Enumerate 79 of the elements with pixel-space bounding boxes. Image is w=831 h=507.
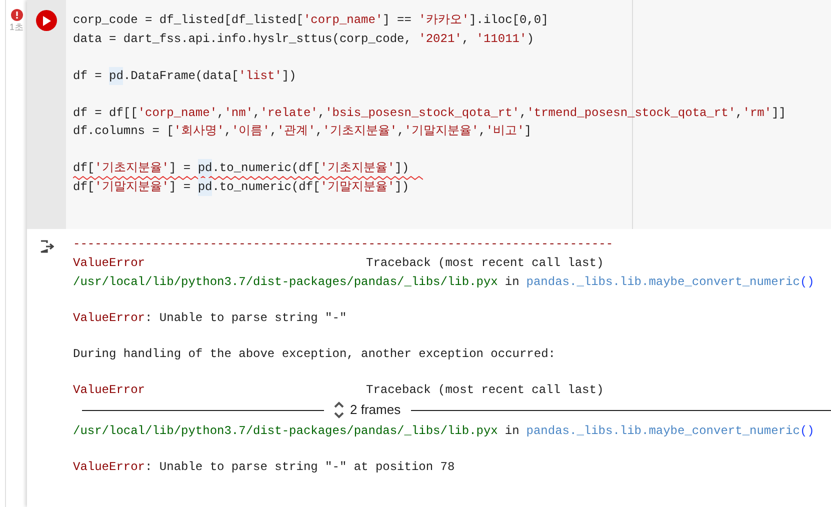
code-text: , [253, 104, 260, 122]
string-literal: 'bsis_posesn_stock_qota_rt' [325, 104, 520, 122]
string-literal: '관계' [277, 123, 316, 140]
joiner-text: in [504, 274, 520, 290]
file-path: /usr/local/lib/python3.7/dist-packages/pandas/_libs/lib.pyx [73, 422, 498, 440]
code-text: , [224, 123, 232, 140]
string-literal: 'trmend_posesn_stock_qota_rt' [526, 104, 736, 122]
code-text: , [318, 104, 326, 122]
string-literal: '기초지분율' [320, 160, 395, 178]
call-parens: () [800, 422, 814, 440]
frames-toggle[interactable]: 2 frames [324, 400, 411, 420]
string-literal: '비고' [486, 123, 524, 140]
string-literal: 'rm' [742, 104, 772, 122]
code-text: , [397, 123, 404, 140]
run-button[interactable] [36, 10, 57, 31]
code-text: .to_numeric(df[ [212, 160, 320, 178]
joiner-text: in [504, 422, 520, 440]
error-message: : Unable to parse string "-" [145, 310, 347, 326]
highlighted-word: pd [198, 159, 212, 178]
string-literal: 'nm' [224, 104, 254, 122]
string-literal: 'corp_name' [303, 12, 383, 30]
string-literal: '이름' [231, 123, 270, 140]
string-literal: '기초지분율' [94, 160, 170, 178]
string-literal: 'corp_name' [138, 104, 218, 122]
code-text: ] = [169, 178, 192, 196]
code-text: ) [526, 30, 534, 48]
code-text: ]] [772, 104, 786, 122]
code-text: , [315, 123, 323, 140]
run-duration: 1초 [9, 23, 24, 32]
string-literal: '11011' [476, 30, 527, 48]
code-text: data = dart_fss.api.info.hyslr_sttus(corp_code, [73, 30, 412, 48]
code-text: , [520, 104, 527, 122]
error-name: ValueError [73, 254, 146, 272]
file-path: /usr/local/lib/python3.7/dist-packages/pandas/_libs/lib.pyx [73, 274, 498, 290]
error-message: : Unable to parse string "-" at position 78 [145, 458, 455, 476]
code-text: , [736, 104, 743, 122]
traceback-note: Traceback (most recent call last) [366, 254, 604, 272]
code-text: corp_code = df_listed[df_listed[ [73, 12, 304, 30]
highlighted-word: pd [198, 178, 212, 196]
expand-collapse-icon [334, 401, 344, 419]
code-text: ]) [282, 68, 296, 85]
code-text: ] = [169, 160, 192, 178]
code-text: , [270, 123, 278, 140]
string-literal: '카카오' [418, 12, 470, 30]
string-literal: '회사명' [174, 123, 224, 140]
string-literal: '2021' [418, 30, 462, 48]
code-text: df = [73, 68, 103, 85]
error-name: ValueError [73, 310, 146, 326]
code-text: ].iloc[0,0] [469, 12, 548, 30]
code-text: ]) [394, 160, 410, 178]
string-literal: '기말지분율' [320, 178, 395, 196]
function-name: pandas._libs.lib.maybe_convert_numeric [526, 274, 800, 290]
string-literal: 'relate' [260, 104, 318, 122]
error-name: ValueError [73, 458, 146, 476]
call-parens: () [800, 274, 814, 290]
code-text: ] == [382, 12, 412, 30]
code-text: ]) [394, 178, 410, 196]
traceback-note: Traceback (most recent call last) [366, 382, 604, 398]
code-text: ] [524, 123, 532, 140]
output-text: During handling of the above exception, another exception occurred: [73, 346, 556, 362]
string-literal: '기말지분율' [404, 123, 479, 140]
code-text: , [478, 123, 486, 140]
code-text: df = df[[ [73, 104, 138, 122]
code-text: .DataFrame(data[ [123, 68, 239, 85]
play-icon [42, 16, 50, 26]
string-literal: '기초지분율' [322, 123, 398, 140]
separator-dashes: --------------------------------------------------------------------------- [73, 236, 614, 253]
code-text: df.columns = [ [73, 123, 174, 140]
code-text: df[ [73, 178, 95, 196]
code-text: , [462, 30, 470, 48]
string-literal: '기말지분율' [94, 178, 170, 196]
highlighted-word: pd [109, 66, 124, 85]
output-icon [40, 240, 54, 253]
function-name: pandas._libs.lib.maybe_convert_numeric [526, 422, 800, 440]
code-text: , [217, 104, 224, 122]
code-text: .to_numeric(df[ [212, 178, 320, 196]
error-name: ValueError [73, 382, 146, 398]
code-text: df[ [73, 160, 95, 178]
string-literal: 'list' [238, 68, 282, 85]
